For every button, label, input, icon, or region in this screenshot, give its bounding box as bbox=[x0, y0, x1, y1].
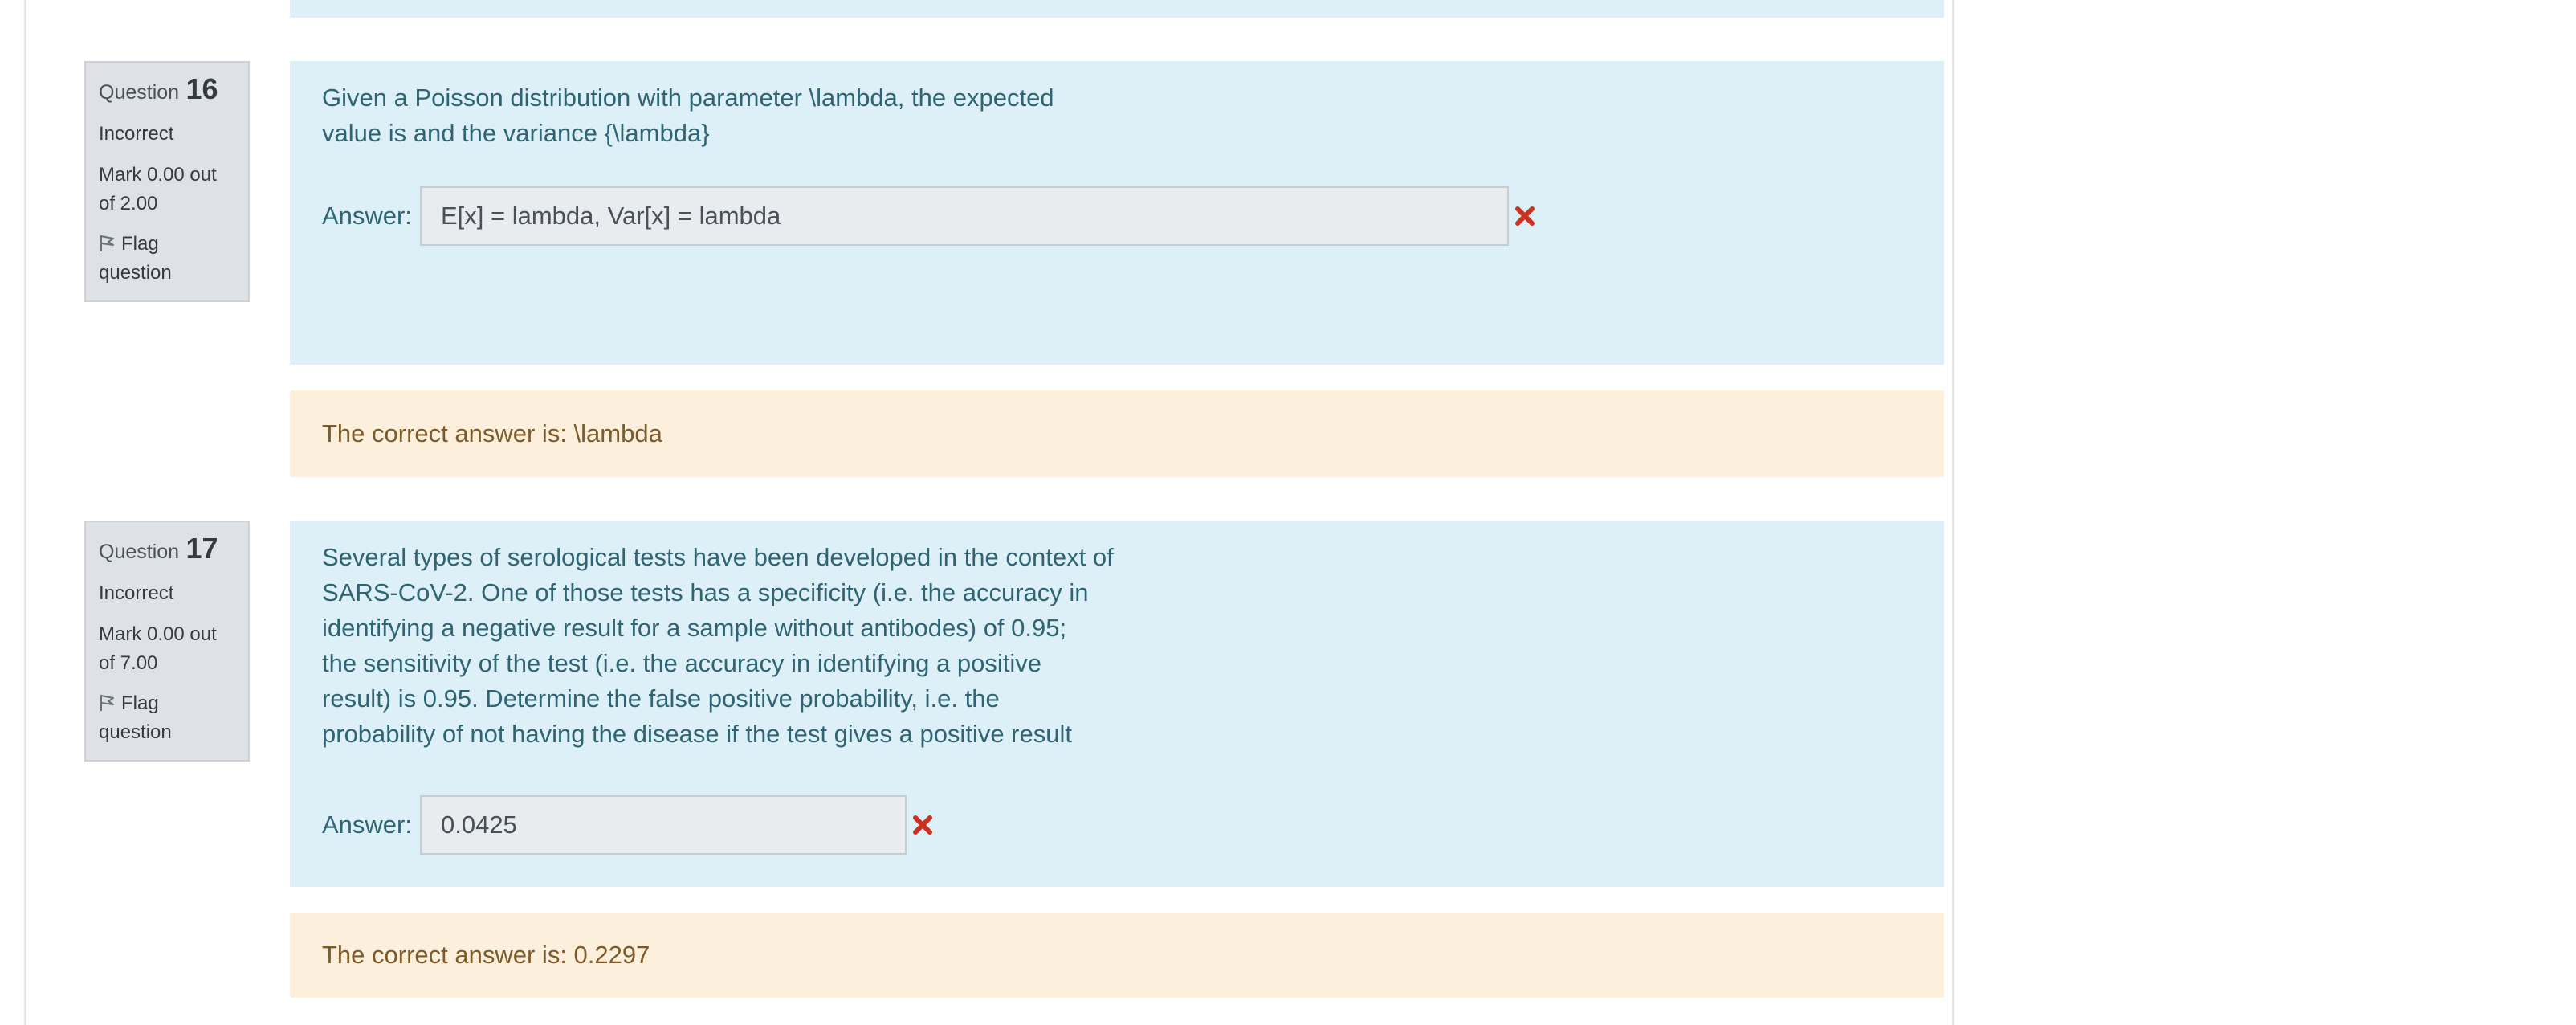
answer-input[interactable]: 0.0425 bbox=[419, 795, 907, 855]
question-number: 16 bbox=[185, 72, 218, 105]
incorrect-x-icon bbox=[1514, 206, 1535, 226]
answer-row: Answer: 0.0425 bbox=[322, 795, 934, 855]
flag-label-line-1: Flag bbox=[121, 233, 159, 255]
question-text: Several types of serological tests have … bbox=[322, 521, 1125, 752]
question-grade: Mark 0.00 out of 7.00 bbox=[99, 620, 235, 678]
page-content: Question 16 Incorrect Mark 0.00 out of 2… bbox=[24, 0, 1954, 1025]
question-text-line: Several types of serological tests have … bbox=[322, 543, 1114, 571]
correct-answer-text: The correct answer is: 0.2297 bbox=[322, 941, 650, 969]
flag-label-line-1: Flag bbox=[121, 692, 159, 714]
correct-answer-text: The correct answer is: \lambda bbox=[322, 419, 662, 447]
question-label: Question bbox=[99, 541, 180, 563]
question-text: Given a Poisson distribution with parame… bbox=[322, 61, 1125, 151]
question-info-16: Question 16 Incorrect Mark 0.00 out of 2… bbox=[84, 61, 250, 302]
question-state: Incorrect bbox=[99, 582, 174, 604]
answer-input[interactable]: E[x] = lambda, Var[x] = lambda bbox=[419, 186, 1509, 246]
question-text-line: probability of not having the disease if… bbox=[322, 720, 1072, 748]
question-info-17: Question 17 Incorrect Mark 0.00 out of 7… bbox=[84, 521, 250, 762]
flag-label-line-2: question bbox=[99, 262, 172, 284]
question-formulation-16: Given a Poisson distribution with parame… bbox=[290, 61, 1944, 365]
correct-answer-feedback-17: The correct answer is: 0.2297 bbox=[290, 913, 1944, 998]
flag-label-line-2: question bbox=[99, 721, 172, 743]
question-text-line: result) is 0.95. Determine the false pos… bbox=[322, 684, 1000, 713]
grade-line-1: Mark 0.00 out bbox=[99, 623, 217, 645]
question-text-line: value is and the variance {\lambda} bbox=[322, 119, 710, 147]
question-formulation-17: Several types of serological tests have … bbox=[290, 521, 1944, 887]
flag-question-link[interactable]: Flag question bbox=[99, 689, 235, 747]
flag-question-link[interactable]: Flag question bbox=[99, 230, 235, 288]
incorrect-x-icon bbox=[912, 815, 932, 835]
flag-icon bbox=[100, 695, 114, 711]
question-number-heading: Question 16 bbox=[99, 72, 235, 106]
grade-line-2: of 2.00 bbox=[99, 193, 158, 214]
answer-label: Answer: bbox=[322, 811, 412, 839]
question-state: Incorrect bbox=[99, 123, 174, 145]
question-text-line: Given a Poisson distribution with parame… bbox=[322, 84, 1054, 112]
question-label: Question bbox=[99, 81, 180, 104]
question-number: 17 bbox=[185, 532, 218, 565]
flag-icon bbox=[100, 235, 114, 251]
previous-question-formulation bbox=[290, 0, 1944, 18]
grade-line-1: Mark 0.00 out bbox=[99, 164, 217, 186]
question-text-line: identifying a negative result for a samp… bbox=[322, 614, 1067, 642]
answer-row: Answer: E[x] = lambda, Var[x] = lambda bbox=[322, 186, 1536, 246]
grade-line-2: of 7.00 bbox=[99, 652, 158, 674]
answer-label: Answer: bbox=[322, 202, 412, 230]
question-grade: Mark 0.00 out of 2.00 bbox=[99, 161, 235, 218]
question-text-line: the sensitivity of the test (i.e. the ac… bbox=[322, 649, 1042, 677]
correct-answer-feedback-16: The correct answer is: \lambda bbox=[290, 390, 1944, 477]
question-number-heading: Question 17 bbox=[99, 532, 235, 566]
question-text-line: SARS-CoV-2. One of those tests has a spe… bbox=[322, 578, 1089, 606]
